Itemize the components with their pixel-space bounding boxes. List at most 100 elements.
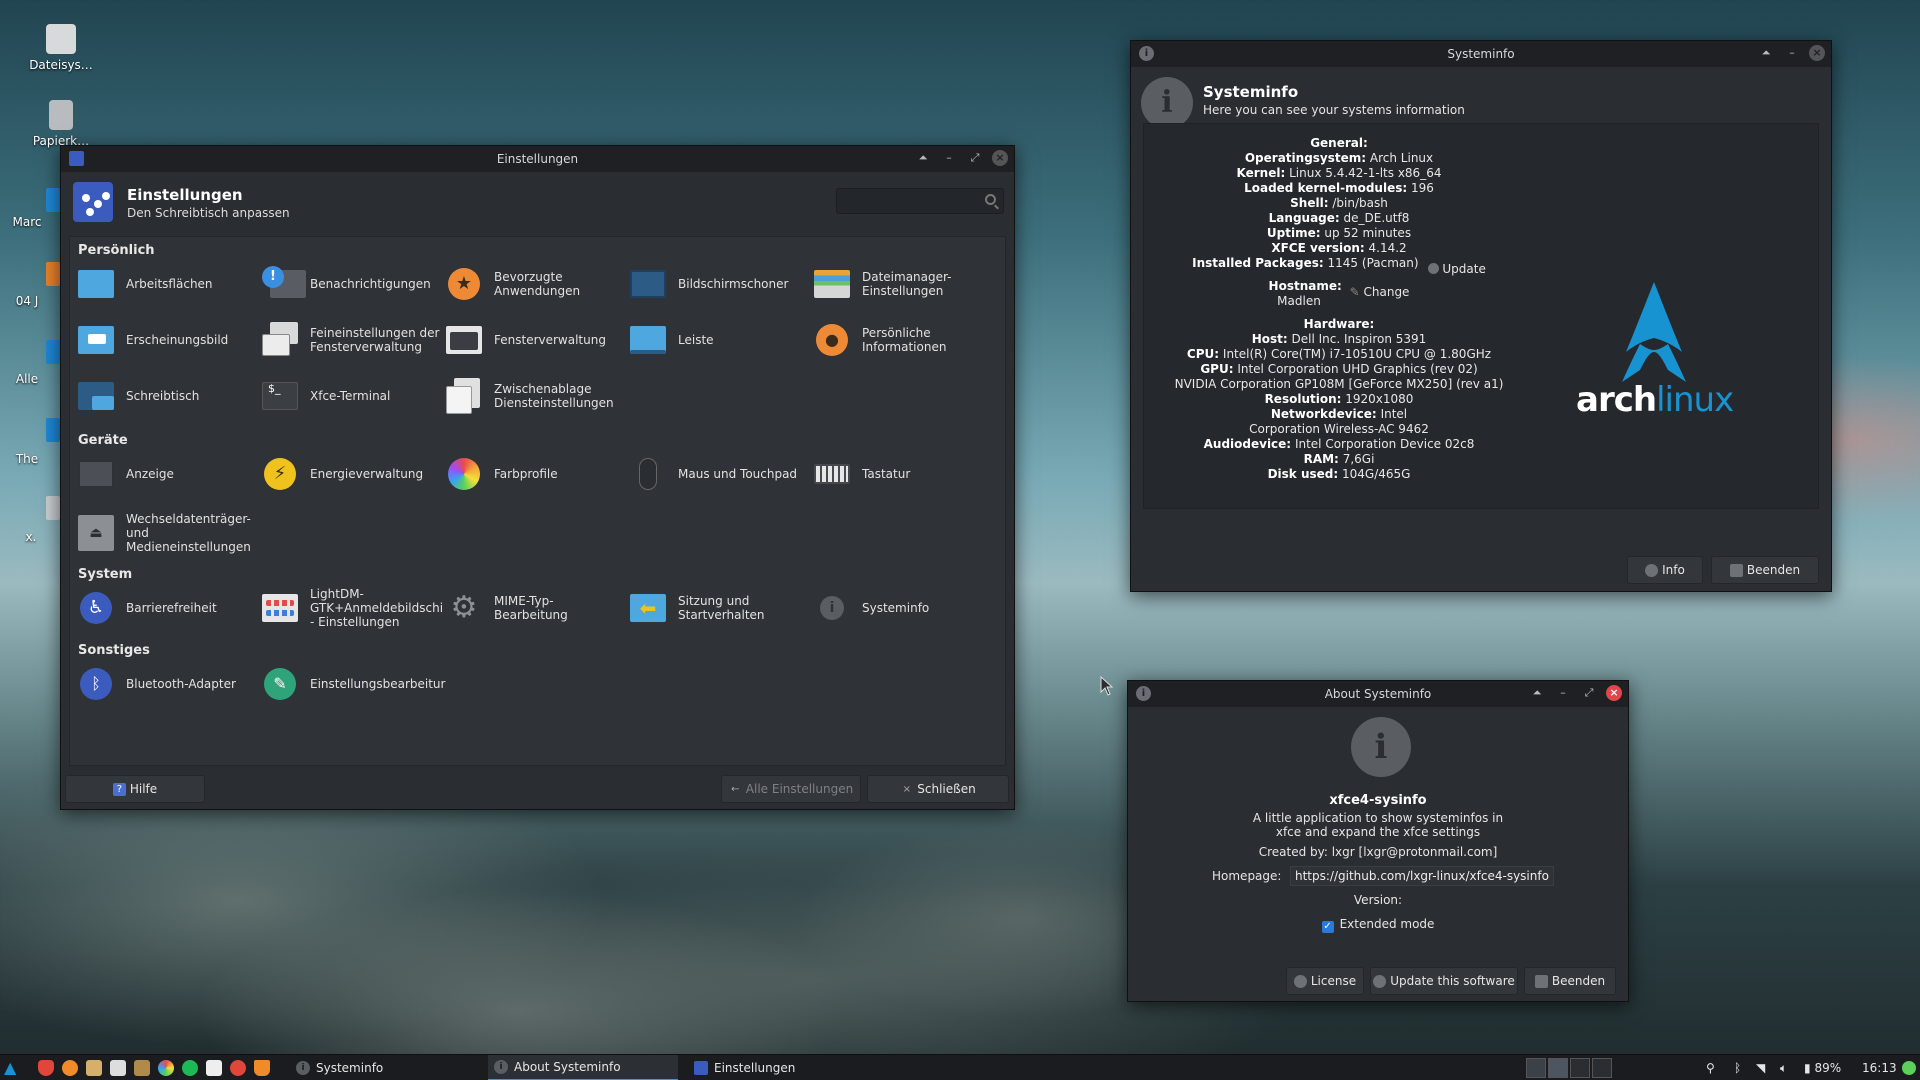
item-arbeitsflaechen[interactable]: Arbeitsflächen bbox=[76, 261, 256, 307]
info-button[interactable]: Info bbox=[1627, 556, 1703, 584]
minimize-icon[interactable]: – bbox=[940, 149, 958, 167]
item-anzeige[interactable]: Anzeige bbox=[76, 451, 256, 497]
item-maus[interactable]: Maus und Touchpad bbox=[628, 451, 808, 497]
extended-mode-checkbox[interactable]: ✓ Extended mode bbox=[1128, 917, 1628, 933]
media-icon[interactable] bbox=[230, 1060, 246, 1076]
gear-icon: ⚙ bbox=[450, 590, 478, 625]
button-label: Info bbox=[1662, 563, 1685, 577]
item-systeminfo[interactable]: i Systeminfo bbox=[812, 585, 992, 631]
item-xfce-terminal[interactable]: $_ Xfce-Terminal bbox=[260, 373, 440, 419]
bluetooth-icon[interactable]: ᛒ bbox=[1734, 1055, 1741, 1080]
item-erscheinungsbild[interactable]: Erscheinungsbild bbox=[76, 317, 256, 363]
desktop-partial-label[interactable]: Marc bbox=[0, 215, 62, 229]
document-icon[interactable] bbox=[206, 1060, 222, 1076]
desktop-file-icon[interactable] bbox=[46, 418, 60, 442]
workspace-3[interactable] bbox=[1570, 1058, 1590, 1078]
settings-header: Einstellungen Den Schreibtisch anpassen bbox=[61, 172, 1014, 234]
homepage-link[interactable]: https://github.com/lxgr-linux/xfce4-sysi… bbox=[1290, 866, 1554, 886]
volume-icon[interactable]: 🔈︎ bbox=[1780, 1055, 1787, 1080]
item-label: Persönliche Informationen bbox=[862, 326, 947, 354]
item-zwischenablage[interactable]: Zwischenablage Diensteinstellungen bbox=[444, 373, 624, 419]
license-button[interactable]: License bbox=[1286, 967, 1364, 995]
desktop-partial-label[interactable]: The bbox=[0, 452, 62, 466]
shade-icon[interactable]: ⏶ bbox=[1528, 684, 1546, 702]
all-settings-button[interactable]: ← Alle Einstellungen bbox=[721, 775, 861, 803]
update-software-button[interactable]: Update this software bbox=[1370, 967, 1518, 995]
item-feineinstellungen[interactable]: Feineinstellungen der Fensterverwaltung bbox=[260, 317, 440, 363]
item-barrierefreiheit[interactable]: ♿ Barrierefreiheit bbox=[76, 585, 256, 631]
item-fensterverwaltung[interactable]: Fensterverwaltung bbox=[444, 317, 624, 363]
item-lightdm[interactable]: LightDM- GTK+Anmeldebildschi - Einstellung… bbox=[260, 585, 443, 631]
workspace-2[interactable] bbox=[1548, 1058, 1568, 1078]
desktop-icon-label: Alle bbox=[15, 372, 39, 386]
item-wechseldatentraeger[interactable]: ⏏ Wechseldatenträger-und Medieneinstellun… bbox=[76, 505, 256, 561]
minimize-icon[interactable]: – bbox=[1554, 684, 1572, 702]
update-status-icon[interactable] bbox=[1902, 1061, 1916, 1075]
item-bluetooth[interactable]: ᛒ Bluetooth-Adapter bbox=[76, 661, 256, 707]
close-icon[interactable]: × bbox=[992, 150, 1008, 166]
archive-icon[interactable] bbox=[134, 1060, 150, 1076]
systeminfo-titlebar[interactable]: i Systeminfo ⏶ – × bbox=[1131, 41, 1831, 67]
settings-titlebar[interactable]: Einstellungen ⏶ – ⤢ × bbox=[61, 146, 1014, 172]
about-titlebar[interactable]: i About Systeminfo ⏶ – ⤢ × bbox=[1128, 681, 1628, 707]
shade-icon[interactable]: ⏶ bbox=[914, 149, 932, 167]
help-button[interactable]: ? Hilfe bbox=[65, 775, 205, 803]
item-schreibtisch[interactable]: Schreibtisch bbox=[76, 373, 256, 419]
location-icon[interactable]: ⚲ bbox=[1706, 1055, 1715, 1080]
close-button[interactable]: × Schließen bbox=[867, 775, 1009, 803]
item-persoenliche-informationen[interactable]: ● Persönliche Informationen bbox=[812, 317, 992, 363]
item-leiste[interactable]: Leiste bbox=[628, 317, 808, 363]
quit-button[interactable]: Beenden bbox=[1524, 967, 1616, 995]
vlc-icon[interactable] bbox=[254, 1060, 270, 1076]
search-input[interactable] bbox=[836, 188, 1004, 214]
workspace-4[interactable] bbox=[1592, 1058, 1612, 1078]
item-energieverwaltung[interactable]: ⚡ Energieverwaltung bbox=[260, 451, 440, 497]
close-icon[interactable]: × bbox=[1809, 45, 1825, 61]
info-row: GPU: Intel Corporation UHD Graphics (rev… bbox=[1200, 362, 1478, 376]
item-dateimanager[interactable]: Dateimanager- Einstellungen bbox=[812, 261, 992, 307]
clock[interactable]: 16:13 bbox=[1862, 1055, 1897, 1080]
item-label: Bluetooth-Adapter bbox=[126, 677, 236, 691]
item-bevorzugte-anwendungen[interactable]: ★ Bevorzugte Anwendungen bbox=[444, 261, 624, 307]
arch-menu-icon[interactable]: ▲ bbox=[4, 1060, 20, 1076]
desktop-icon-trash[interactable]: Papierk… bbox=[16, 100, 106, 148]
terminal-icon[interactable] bbox=[110, 1060, 126, 1076]
update-button[interactable]: Update bbox=[1428, 262, 1486, 276]
refresh-icon bbox=[1373, 974, 1387, 988]
desktop-partial-label[interactable]: 04 J bbox=[0, 294, 62, 308]
desktop-file-icon[interactable] bbox=[46, 340, 60, 364]
spotify-icon[interactable] bbox=[182, 1060, 198, 1076]
item-bildschirmschoner[interactable]: Bildschirmschoner bbox=[628, 261, 808, 307]
desktop-file-icon[interactable] bbox=[46, 262, 60, 286]
quit-button[interactable]: Beenden bbox=[1711, 556, 1819, 584]
folder-icon[interactable] bbox=[86, 1060, 102, 1076]
battery-indicator[interactable]: ▮ 89% bbox=[1804, 1055, 1841, 1080]
workspace-1[interactable] bbox=[1526, 1058, 1546, 1078]
item-sitzung[interactable]: ⬅ Sitzung und Startverhalten bbox=[628, 585, 808, 631]
item-farbprofile[interactable]: Farbprofile bbox=[444, 451, 624, 497]
section-heading: General: bbox=[1310, 136, 1368, 150]
firefox-icon[interactable] bbox=[62, 1060, 78, 1076]
desktop-icon-filesystem[interactable]: Dateisys… bbox=[16, 24, 106, 72]
close-icon[interactable]: × bbox=[1606, 685, 1622, 701]
task-about-systeminfo[interactable]: i About Systeminfo bbox=[488, 1055, 678, 1080]
shade-icon[interactable]: ⏶ bbox=[1757, 44, 1775, 62]
task-systeminfo[interactable]: i Systeminfo bbox=[290, 1055, 480, 1080]
wifi-icon[interactable]: ◥ bbox=[1756, 1055, 1765, 1080]
item-tastatur[interactable]: Tastatur bbox=[812, 451, 992, 497]
desktop-file-icon[interactable] bbox=[46, 188, 60, 212]
task-einstellungen[interactable]: Einstellungen bbox=[688, 1055, 878, 1080]
item-einstellungsbearbeitung[interactable]: ✎ Einstellungsbearbeitur bbox=[260, 661, 445, 707]
item-mime-typ[interactable]: ⚙ MIME-Typ- Bearbeitung bbox=[444, 585, 624, 631]
task-label: Einstellungen bbox=[714, 1061, 796, 1075]
chromium-icon[interactable] bbox=[158, 1060, 174, 1076]
maximize-icon[interactable]: ⤢ bbox=[1580, 684, 1598, 702]
maximize-icon[interactable]: ⤢ bbox=[966, 149, 984, 167]
minimize-icon[interactable]: – bbox=[1783, 44, 1801, 62]
desktop-partial-label[interactable]: Alle bbox=[0, 372, 62, 386]
desktop-partial-label[interactable]: x. bbox=[0, 530, 66, 544]
desktop-file-icon[interactable] bbox=[46, 496, 60, 520]
brave-icon[interactable] bbox=[38, 1060, 54, 1076]
change-hostname-button[interactable]: ✎ Change bbox=[1350, 285, 1410, 299]
item-benachrichtigungen[interactable]: ! Benachrichtigungen bbox=[260, 261, 440, 307]
